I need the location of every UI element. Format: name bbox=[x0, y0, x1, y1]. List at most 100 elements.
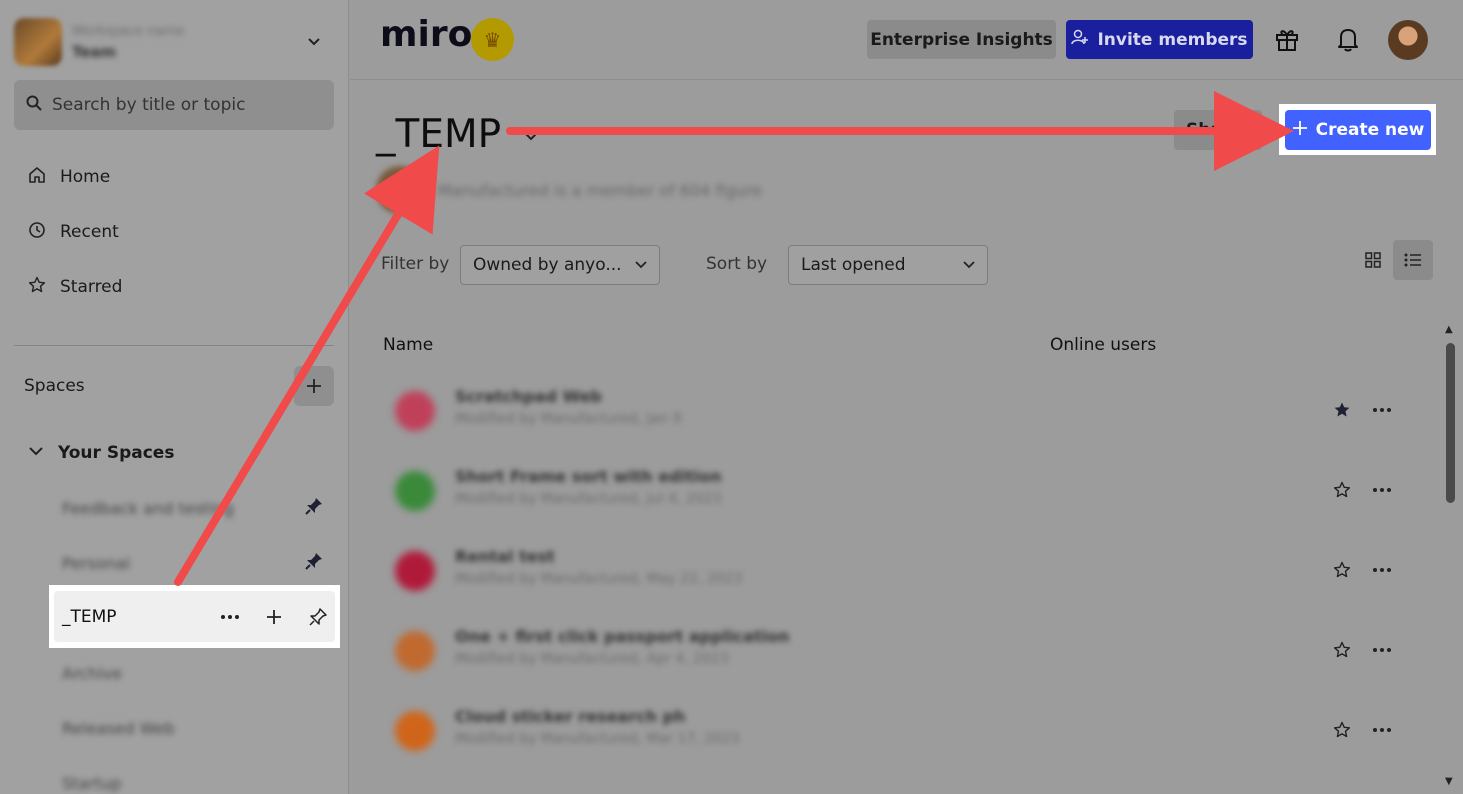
sidebar-item-space[interactable]: Startup bbox=[62, 768, 324, 794]
nav-recent-label: Recent bbox=[60, 222, 119, 242]
more-icon[interactable] bbox=[1369, 399, 1395, 421]
space-label: Released Web bbox=[62, 718, 175, 738]
star-icon[interactable] bbox=[1331, 719, 1353, 741]
add-space-button[interactable] bbox=[294, 366, 334, 406]
board-title: Cloud sticker research ph bbox=[455, 707, 686, 726]
space-label: Startup bbox=[62, 773, 122, 793]
board-subtitle: Modified by Manufactured, Apr 4, 2023 bbox=[455, 651, 729, 667]
workspace-text: Workspace name Team bbox=[72, 24, 184, 61]
board-thumbnail bbox=[395, 391, 435, 431]
star-filled-icon[interactable] bbox=[1331, 399, 1353, 421]
sidebar-item-space[interactable]: Archive bbox=[62, 658, 324, 688]
sidebar-item-temp[interactable]: _TEMP bbox=[54, 591, 335, 642]
add-icon[interactable] bbox=[262, 605, 286, 629]
search-placeholder: Search by title or topic bbox=[52, 95, 246, 115]
clock-icon bbox=[28, 221, 46, 244]
list-view-icon[interactable] bbox=[1393, 240, 1433, 280]
chevron-down-icon bbox=[963, 255, 975, 275]
chevron-down-icon[interactable] bbox=[524, 128, 538, 147]
star-icon[interactable] bbox=[1331, 639, 1353, 661]
table-row[interactable]: Cloud sticker research ph Modified by Ma… bbox=[395, 703, 1405, 759]
board-thumbnail bbox=[395, 631, 435, 671]
filter-label: Filter by bbox=[381, 254, 450, 274]
space-tools bbox=[218, 605, 330, 629]
star-icon[interactable] bbox=[1331, 559, 1353, 581]
grid-view-icon[interactable] bbox=[1353, 240, 1393, 280]
column-header-online: Online users bbox=[1050, 335, 1157, 355]
chevron-down-icon bbox=[635, 255, 647, 275]
space-label: Feedback and testing bbox=[62, 498, 234, 518]
more-icon[interactable] bbox=[218, 605, 242, 629]
pin-icon[interactable] bbox=[304, 551, 324, 575]
space-owner-row: Manufactured is a member of 604 figure bbox=[376, 166, 762, 214]
scroll-up-icon[interactable]: ▲ bbox=[1445, 324, 1453, 335]
share-button[interactable]: Share bbox=[1174, 110, 1262, 150]
page-title: _TEMP bbox=[376, 112, 502, 157]
sidebar: Workspace name Team Search by title or t… bbox=[0, 0, 349, 794]
enterprise-insights-button[interactable]: Enterprise Insights bbox=[867, 20, 1056, 59]
sort-label: Sort by bbox=[706, 254, 768, 274]
pin-icon[interactable] bbox=[304, 496, 324, 520]
create-new-label: Create new bbox=[1315, 120, 1425, 140]
more-icon[interactable] bbox=[1369, 479, 1395, 501]
board-thumbnail bbox=[395, 711, 435, 751]
board-subtitle: Modified by Manufactured, Jul 4, 2023 bbox=[455, 491, 722, 507]
sidebar-item-space[interactable]: Released Web bbox=[62, 713, 324, 743]
bell-icon[interactable] bbox=[1333, 24, 1363, 54]
nav-starred-label: Starred bbox=[60, 277, 123, 297]
pin-icon[interactable] bbox=[306, 605, 330, 629]
invite-members-button[interactable]: Invite members bbox=[1066, 20, 1253, 59]
scrollbar-thumb[interactable] bbox=[1446, 343, 1455, 503]
space-label: Personal bbox=[62, 553, 131, 573]
owner-text: Manufactured is a member of 604 figure bbox=[438, 180, 762, 200]
workspace-logo bbox=[14, 18, 62, 66]
board-title: Short Frame sort with edition bbox=[455, 467, 722, 486]
your-spaces-label: Your Spaces bbox=[58, 443, 175, 463]
space-label: _TEMP bbox=[62, 606, 117, 627]
workspace-name: Workspace name bbox=[72, 23, 185, 39]
star-icon[interactable] bbox=[1331, 479, 1353, 501]
board-title: Scratchpad Web bbox=[455, 387, 602, 406]
board-thumbnail bbox=[395, 551, 435, 591]
workspace-team: Team bbox=[72, 42, 117, 61]
your-spaces-toggle[interactable]: Your Spaces bbox=[28, 438, 174, 468]
star-icon bbox=[28, 276, 46, 299]
board-title: Rental test bbox=[455, 547, 555, 566]
sidebar-divider bbox=[14, 345, 334, 346]
board-subtitle: Modified by Manufactured, Jan 9 bbox=[455, 411, 682, 427]
crown-icon[interactable]: ♛ bbox=[471, 18, 514, 61]
avatar[interactable] bbox=[1388, 20, 1428, 60]
miro-logo[interactable]: miro bbox=[380, 14, 472, 55]
table-row[interactable]: Scratchpad Web Modified by Manufactured,… bbox=[395, 383, 1405, 439]
top-bar: miro ♛ Enterprise Insights Invite member… bbox=[350, 0, 1463, 80]
board-title: One + first click passport application bbox=[455, 627, 790, 646]
column-header-name[interactable]: Name bbox=[383, 335, 433, 355]
search-input[interactable]: Search by title or topic bbox=[14, 80, 334, 130]
table-row[interactable]: One + first click passport application M… bbox=[395, 623, 1405, 679]
sidebar-item-space[interactable]: Personal bbox=[62, 548, 324, 578]
more-icon[interactable] bbox=[1369, 719, 1395, 741]
gift-icon[interactable] bbox=[1272, 24, 1302, 54]
nav-recent[interactable]: Recent bbox=[28, 217, 119, 247]
space-label: Archive bbox=[62, 663, 122, 683]
filter-value: Owned by anyo... bbox=[473, 255, 622, 275]
home-icon bbox=[28, 166, 46, 189]
sort-value: Last opened bbox=[801, 255, 906, 275]
invite-members-label: Invite members bbox=[1097, 29, 1248, 50]
nav-home[interactable]: Home bbox=[28, 162, 110, 192]
nav-starred[interactable]: Starred bbox=[28, 272, 122, 302]
table-row[interactable]: Short Frame sort with edition Modified b… bbox=[395, 463, 1405, 519]
scroll-down-icon[interactable]: ▼ bbox=[1445, 776, 1453, 787]
table-row[interactable]: Rental test Modified by Manufactured, Ma… bbox=[395, 543, 1405, 599]
filter-dropdown[interactable]: Owned by anyo... bbox=[460, 245, 660, 285]
chevron-down-icon[interactable] bbox=[302, 30, 326, 54]
search-icon bbox=[26, 95, 42, 115]
create-new-button[interactable]: Create new bbox=[1285, 110, 1431, 150]
more-icon[interactable] bbox=[1369, 559, 1395, 581]
nav-home-label: Home bbox=[60, 167, 111, 187]
more-icon[interactable] bbox=[1369, 639, 1395, 661]
add-user-icon bbox=[1071, 28, 1089, 51]
sort-dropdown[interactable]: Last opened bbox=[788, 245, 988, 285]
sidebar-item-space[interactable]: Feedback and testing bbox=[62, 493, 324, 523]
workspace-switcher[interactable]: Workspace name Team bbox=[14, 14, 334, 70]
